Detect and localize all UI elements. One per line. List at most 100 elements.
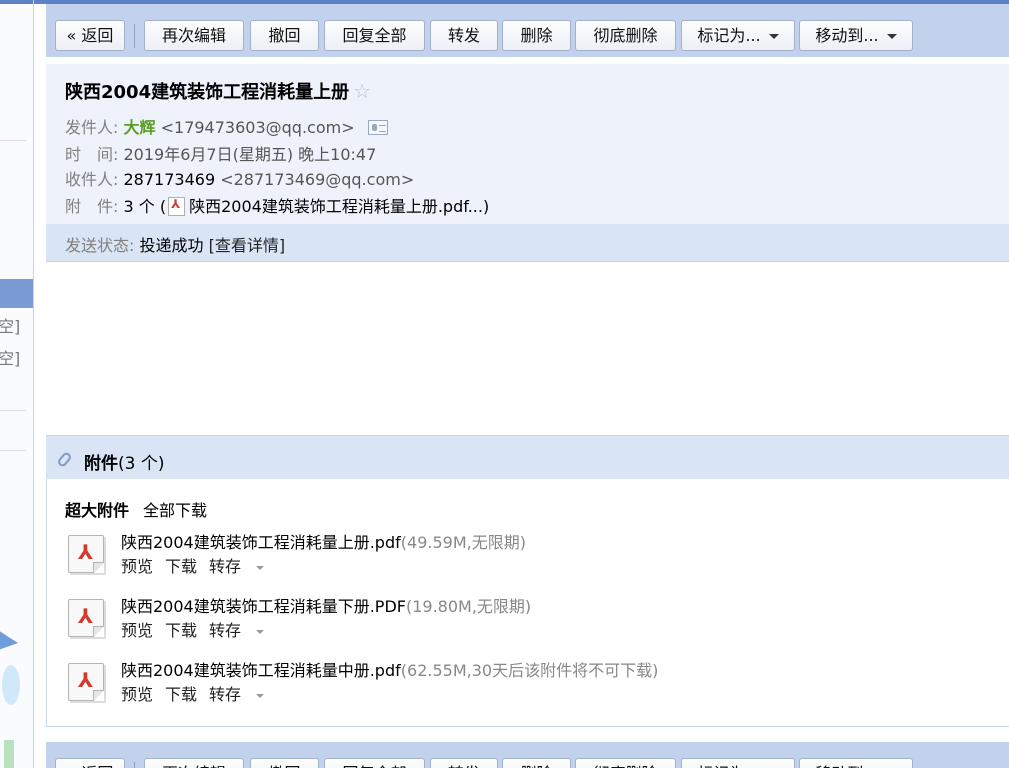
pdf-icon [168,197,186,216]
sidebar-divider [0,410,26,411]
attachment-label: 附 件: [65,197,119,216]
sidebar-empty-link-2[interactable]: 空] [0,345,20,369]
sidebar-top-stripe [0,0,33,4]
download-link[interactable]: 下载 [165,557,197,576]
save-to-label: 转存 [209,685,242,704]
sender-address: <179473603@qq.com> [160,118,355,137]
attachment-filename[interactable]: 陕西2004建筑装饰工程消耗量中册.pdf [121,661,401,680]
sidebar-decoration [2,665,20,705]
mark-as-dropdown[interactable]: 标记为... [681,758,795,768]
time-label: 时 间: [65,145,119,164]
save-to-dropdown[interactable]: 转存 [209,621,276,640]
sidebar-divider [0,450,26,451]
recall-button[interactable]: 撤回 [250,20,319,51]
download-all-link[interactable]: 全部下载 [143,501,207,520]
move-to-dropdown[interactable]: 移动到... [799,758,913,768]
star-icon[interactable]: ☆ [353,79,371,103]
reply-all-button[interactable]: 回复全部 [324,758,425,768]
forward-button[interactable]: 转发 [430,20,498,51]
from-row: 发件人: 大辉 <179473603@qq.com> [65,114,388,138]
folder-sidebar: 空] 空] [0,0,34,768]
sidebar-decoration [4,740,14,768]
mail-read-pane: « 返回 再次编辑 撤回 回复全部 转发 删除 彻底删除 标记为... 移动到.… [46,0,1009,768]
time-value: 2019年6月7日(星期五) 晚上10:47 [123,145,377,164]
attachment-preview-link[interactable]: 陕西2004建筑装饰工程消耗量上册.pdf...) [189,197,489,216]
download-link[interactable]: 下载 [165,621,197,640]
mark-as-label: 标记为... [697,26,761,45]
preview-link[interactable]: 预览 [121,621,153,640]
sidebar-empty-link-1[interactable]: 空] [0,313,20,337]
chevron-down-icon [256,565,265,570]
attachment-actions: 预览 下载 转存 [121,553,288,577]
delete-button[interactable]: 删除 [502,20,571,51]
attachment-item: ⅄ 陕西2004建筑装饰工程消耗量中册.pdf(62.55M,30天后该附件将不… [65,657,965,713]
attachment-actions: 预览 下载 转存 [121,617,288,641]
chevron-down-icon [256,629,265,634]
back-button[interactable]: « 返回 [55,20,125,51]
attachment-name-line: 陕西2004建筑装饰工程消耗量上册.pdf(49.59M,无限期) [121,529,526,553]
paperclip-icon [56,450,73,469]
forward-button[interactable]: 转发 [430,758,498,768]
pdf-file-icon: ⅄ [68,535,104,573]
chevron-down-icon [768,34,779,39]
pdf-file-icon: ⅄ [68,663,104,701]
download-link[interactable]: 下载 [165,685,197,704]
delivery-status-bar: 发送状态: 投递成功 [查看详情] [46,224,1009,262]
subject-text: 陕西2004建筑装饰工程消耗量上册 [65,82,350,103]
preview-link[interactable]: 预览 [121,685,153,704]
mark-as-label: 标记为... [697,764,760,768]
toolbar-separator [134,762,135,768]
save-to-dropdown[interactable]: 转存 [209,685,276,704]
attachment-filename[interactable]: 陕西2004建筑装饰工程消耗量下册.PDF [121,597,406,616]
permanent-delete-button[interactable]: 彻底删除 [575,20,676,51]
attachment-row: 附 件: 3 个 ( 陕西2004建筑装饰工程消耗量上册.pdf...) [65,193,489,217]
delete-button[interactable]: 删除 [502,758,571,768]
mail-subject: 陕西2004建筑装饰工程消耗量上册 ☆ [65,78,371,104]
recipient-name[interactable]: 287173469 [124,170,216,189]
to-label: 收件人: [65,170,119,189]
reply-all-button[interactable]: 回复全部 [324,20,425,51]
reedit-button[interactable]: 再次编辑 [144,758,244,768]
sidebar-selected-item[interactable] [0,279,33,308]
bottom-toolbar: « 返回 再次编辑 撤回 回复全部 转发 删除 彻底删除 标记为... 移动到.… [46,742,1009,768]
attachment-meta: (62.55M,30天后该附件将不可下载) [400,661,659,680]
chevron-down-icon [256,693,265,698]
reedit-button[interactable]: 再次编辑 [144,20,244,51]
recall-button[interactable]: 撤回 [250,758,319,768]
attachment-actions: 预览 下载 转存 [121,681,288,705]
back-button[interactable]: « 返回 [55,758,125,768]
attachment-filename[interactable]: 陕西2004建筑装饰工程消耗量上册.pdf [121,533,401,552]
toolbar-separator [134,24,135,48]
category-label: 超大附件 [65,501,130,520]
attachments-list: 超大附件 全部下载 ⅄ 陕西2004建筑装饰工程消耗量上册.pdf(49.59M,… [46,479,1009,727]
attachment-name-line: 陕西2004建筑装饰工程消耗量下册.PDF(19.80M,无限期) [121,593,531,617]
status-row: 发送状态: 投递成功 [查看详情] [65,232,285,256]
to-row: 收件人: 287173469 <287173469@qq.com> [65,166,414,190]
attachments-header: 附件(3 个) [46,435,1009,479]
mail-header: 陕西2004建筑装饰工程消耗量上册 ☆ 发件人: 大辉 <179473603@qq… [46,64,1009,224]
attachment-meta: (19.80M,无限期) [405,597,532,616]
attachment-meta: (49.59M,无限期) [400,533,526,552]
save-to-dropdown[interactable]: 转存 [209,557,276,576]
status-label: 发送状态: [65,236,135,255]
mark-as-dropdown[interactable]: 标记为... [681,20,795,51]
permanent-delete-button[interactable]: 彻底删除 [575,758,676,768]
recipient-address: <287173469@qq.com> [220,170,415,189]
sidebar-decoration [0,625,18,653]
attachments-count: (3 个) [118,454,165,474]
attachments-title: 附件(3 个) [84,449,164,474]
contact-card-icon[interactable] [367,120,388,135]
save-to-label: 转存 [209,621,242,640]
preview-link[interactable]: 预览 [121,557,153,576]
from-label: 发件人: [65,118,119,137]
attachments-title-text: 附件 [84,454,118,474]
attachment-item: ⅄ 陕西2004建筑装饰工程消耗量下册.PDF(19.80M,无限期) 预览 下载… [65,593,965,649]
view-details-link[interactable]: [查看详情] [209,236,286,255]
attachment-count: 3 个 ( [123,197,167,216]
time-row: 时 间: 2019年6月7日(星期五) 晚上10:47 [65,141,376,165]
move-to-dropdown[interactable]: 移动到... [799,20,913,51]
sender-name[interactable]: 大辉 [124,118,156,137]
sidebar-divider [0,140,26,141]
top-toolbar: « 返回 再次编辑 撤回 回复全部 转发 删除 彻底删除 标记为... 移动到.… [46,4,1009,57]
attachment-category: 超大附件 全部下载 [65,497,207,521]
